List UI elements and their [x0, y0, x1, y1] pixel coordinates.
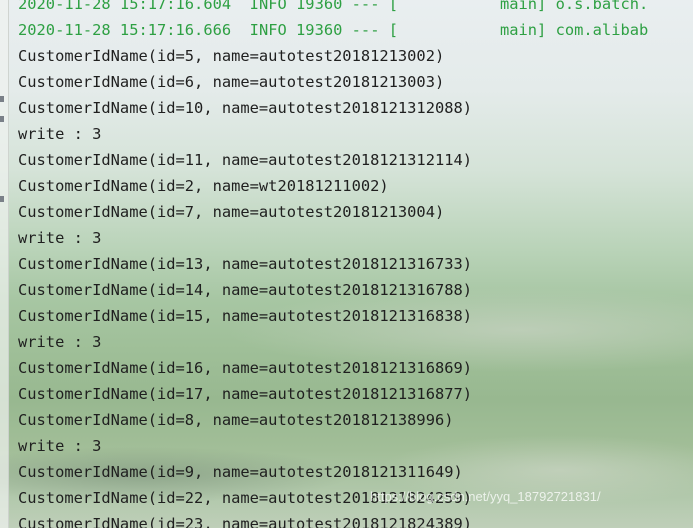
log-thread: main]	[499, 0, 547, 13]
output-line: CustomerIdName(id=14, name=autotest20181…	[18, 281, 473, 299]
output-line: CustomerIdName(id=8, name=autotest201812…	[18, 411, 454, 429]
gutter-marker	[0, 96, 4, 102]
output-line: CustomerIdName(id=2, name=wt20181211002)	[18, 177, 389, 195]
log-pid: 19360	[296, 21, 343, 39]
log-bracket: [	[388, 21, 399, 39]
output-line: CustomerIdName(id=23, name=autotest20181…	[18, 515, 473, 528]
output-line: CustomerIdName(id=10, name=autotest20181…	[18, 99, 473, 117]
log-level: INFO	[249, 21, 287, 39]
log-bracket: [	[388, 0, 399, 13]
log-thread: main]	[499, 21, 547, 39]
log-timestamp: 2020-11-28 15:17:16.604	[18, 0, 232, 13]
gutter-marker	[0, 196, 4, 202]
log-separator: ---	[351, 21, 380, 39]
output-line: write : 3	[18, 333, 102, 351]
log-logger: o.s.batch.	[555, 0, 649, 13]
log-line: 2020-11-28 15:17:16.604 INFO 19360 --- […	[18, 0, 648, 17]
output-line: CustomerIdName(id=13, name=autotest20181…	[18, 255, 473, 273]
output-line: CustomerIdName(id=16, name=autotest20181…	[18, 359, 473, 377]
output-line: write : 3	[18, 125, 102, 143]
output-line: write : 3	[18, 437, 102, 455]
log-timestamp: 2020-11-28 15:17:16.666	[18, 21, 232, 39]
output-line: CustomerIdName(id=6, name=autotest201812…	[18, 73, 445, 91]
log-line: 2020-11-28 15:17:16.666 INFO 19360 --- […	[18, 17, 648, 43]
watermark: https://blog.csdn.net/yyq_18792721831/	[370, 489, 601, 504]
output-line: CustomerIdName(id=9, name=autotest201812…	[18, 463, 463, 481]
gutter-marker	[0, 116, 4, 122]
output-line: CustomerIdName(id=5, name=autotest201812…	[18, 47, 445, 65]
output-line: CustomerIdName(id=17, name=autotest20181…	[18, 385, 473, 403]
console-output-panel[interactable]: 2020-11-28 15:17:16.604 INFO 19360 --- […	[0, 0, 693, 528]
output-line: CustomerIdName(id=7, name=autotest201812…	[18, 203, 445, 221]
output-line: write : 3	[18, 229, 102, 247]
output-line: CustomerIdName(id=15, name=autotest20181…	[18, 307, 473, 325]
output-line: CustomerIdName(id=11, name=autotest20181…	[18, 151, 473, 169]
console-gutter	[0, 0, 9, 528]
log-separator: ---	[351, 0, 380, 13]
log-logger: com.alibab	[555, 21, 649, 39]
log-pid: 19360	[296, 0, 343, 13]
log-level: INFO	[249, 0, 287, 13]
